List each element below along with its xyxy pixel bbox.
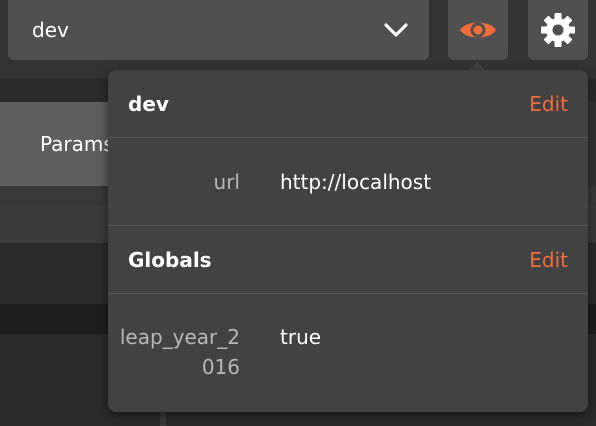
environment-section-title: dev <box>128 91 169 116</box>
globals-variable-row: leap_year_2016 true <box>108 322 588 384</box>
params-button-label: Params <box>40 132 110 156</box>
app-window: dev Params dev Edit url http://localhost… <box>0 0 596 426</box>
environment-section-header: dev Edit <box>108 70 588 138</box>
variable-key: url <box>213 170 240 194</box>
globals-section-header: Globals Edit <box>108 226 588 294</box>
gear-icon <box>541 13 575 47</box>
variable-value: http://localhost <box>280 170 432 194</box>
globals-section-title: Globals <box>128 247 212 272</box>
eye-icon <box>460 22 496 38</box>
environment-quick-look-button[interactable] <box>448 0 508 60</box>
variable-value: true <box>280 325 322 349</box>
edit-environment-link[interactable]: Edit <box>529 92 568 116</box>
params-button[interactable]: Params <box>0 102 110 186</box>
environment-selector[interactable]: dev <box>8 0 429 60</box>
chevron-down-icon <box>384 23 408 37</box>
edit-globals-link[interactable]: Edit <box>529 248 568 272</box>
variable-key: leap_year_2016 <box>119 325 240 379</box>
environment-selector-value: dev <box>32 18 69 42</box>
environment-quick-look-popover: dev Edit url http://localhost Globals Ed… <box>108 70 588 412</box>
manage-environments-button[interactable] <box>528 0 588 60</box>
environment-variable-row: url http://localhost <box>108 167 588 197</box>
